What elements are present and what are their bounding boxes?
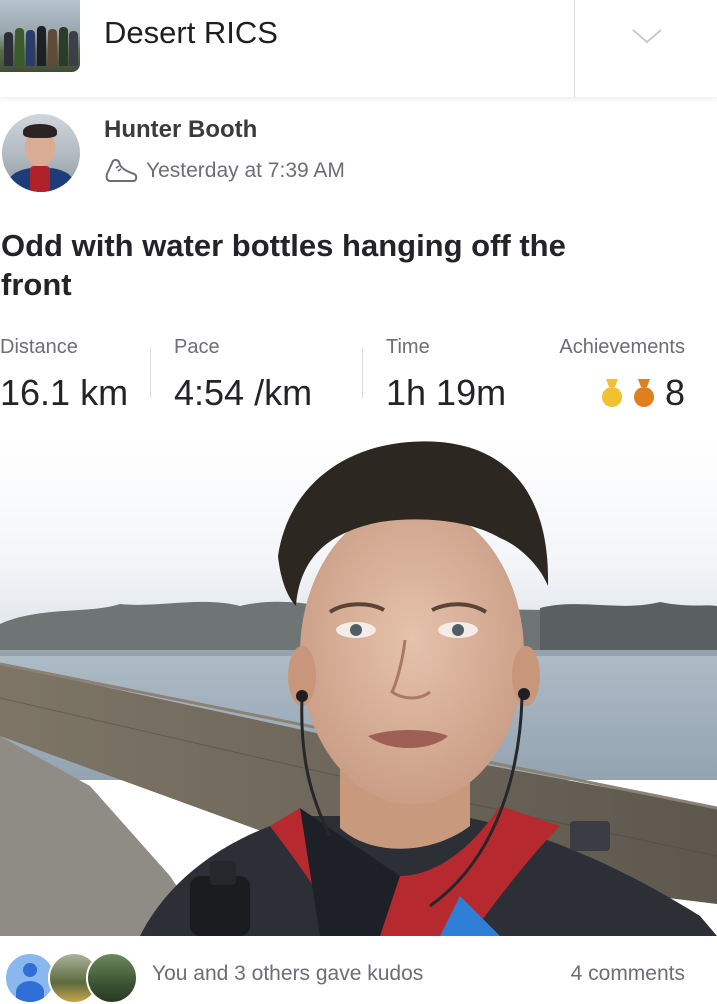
activity-stats: Distance 16.1 km Pace 4:54 /km Time 1h 1… xyxy=(0,332,717,413)
activity-photo[interactable] xyxy=(0,436,717,936)
activity-timestamp: Yesterday at 7:39 AM xyxy=(146,159,345,182)
stat-distance-label: Distance xyxy=(0,336,78,358)
stat-divider xyxy=(150,348,151,398)
club-menu-button[interactable] xyxy=(575,0,717,97)
gold-medal-icon xyxy=(601,379,622,407)
club-name[interactable]: Desert RICS xyxy=(104,14,278,52)
stat-time-label: Time xyxy=(386,336,430,358)
club-header: Desert RICS xyxy=(0,0,717,97)
stat-pace-value: 4:54 /km xyxy=(174,372,313,413)
stat-distance-value: 16.1 km xyxy=(0,372,129,413)
stat-time-value: 1h 19m xyxy=(386,372,507,413)
stat-distance: Distance 16.1 km xyxy=(0,332,128,416)
kudos-avatar xyxy=(86,952,138,1004)
stat-achievements[interactable]: Achievements 8 xyxy=(559,332,685,416)
stat-pace-label: Pace xyxy=(174,336,220,358)
activity-title[interactable]: Odd with water bottles hanging off the f… xyxy=(1,226,601,304)
kudos-summary[interactable]: You and 3 others gave kudos xyxy=(152,962,423,986)
athlete-avatar[interactable] xyxy=(2,114,80,192)
stat-time: Time 1h 19m xyxy=(386,332,506,416)
shoe-icon xyxy=(105,158,138,182)
athlete-name[interactable]: Hunter Booth xyxy=(104,115,257,145)
stat-achievements-value: 8 xyxy=(664,372,685,413)
stat-divider xyxy=(362,348,363,398)
comments-link[interactable]: 4 comments xyxy=(571,962,685,986)
chevron-down-icon xyxy=(632,29,662,44)
stat-pace: Pace 4:54 /km xyxy=(174,332,312,416)
stat-achievements-label: Achievements xyxy=(559,336,685,358)
club-photo[interactable] xyxy=(0,0,80,72)
activity-meta: Yesterday at 7:39 AM xyxy=(104,155,345,187)
bronze-medal-icon xyxy=(633,379,654,407)
